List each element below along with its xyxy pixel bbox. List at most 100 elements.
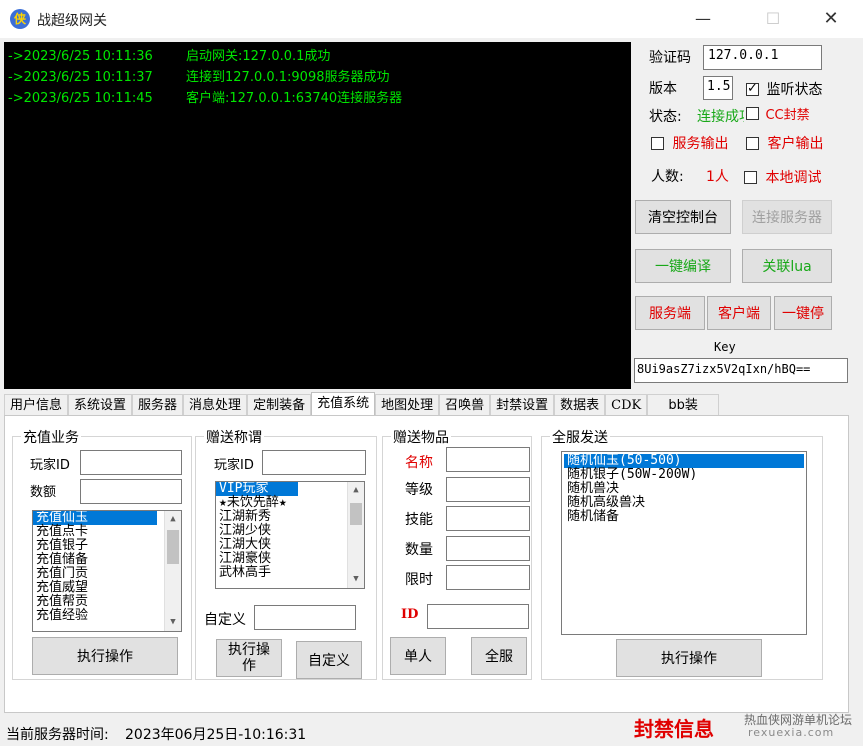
watermark-url: rexuexia.com [748, 726, 835, 739]
recharge-group: 充值业务 玩家ID 数额 充值仙玉 充值点卡 充值银子 充值储备 充值门贡 充值… [12, 427, 192, 680]
tab-custom-equipment[interactable]: 定制装备 [247, 394, 312, 416]
list-item[interactable]: 充值门贡 [33, 567, 181, 581]
listen-checkbox[interactable] [746, 81, 759, 96]
item-single-button[interactable]: 单人 [390, 637, 446, 675]
tab-strip: 用户信息 系统设置 服务器 消息处理 定制装备 充值系统 地图处理 召唤兽 封禁… [4, 392, 720, 416]
console-output[interactable]: ->2023/6/25 10:11:36 启动网关:127.0.0.1成功 ->2… [4, 42, 631, 389]
tab-ban-settings[interactable]: 封禁设置 [490, 394, 555, 416]
tab-server[interactable]: 服务器 [132, 394, 184, 416]
key-label: Key [714, 340, 736, 354]
client-output-wrap[interactable]: 客户输出 [746, 133, 823, 153]
list-item[interactable]: 充值帮贡 [33, 595, 181, 609]
ban-info-link[interactable]: 封禁信息 [634, 713, 714, 742]
status-value: 连接成功 [697, 109, 744, 125]
list-item[interactable]: 随机储备 [564, 510, 806, 524]
list-item[interactable]: 充值经验 [33, 609, 181, 623]
title-player-id-input[interactable] [262, 450, 366, 475]
tab-system-settings[interactable]: 系统设置 [68, 394, 133, 416]
scroll-thumb[interactable] [167, 530, 179, 564]
list-item[interactable]: 随机仙玉(50-500) [564, 454, 804, 468]
minimize-icon[interactable]: — [680, 0, 726, 38]
link-lua-button[interactable]: 关联lua [742, 249, 832, 283]
title-custom-label: 自定义 [204, 612, 246, 628]
title-custom-input[interactable] [254, 605, 356, 630]
status-bar: 当前服务器时间: 2023年06月25日-10:16:31 封禁信息 热血侠网游… [0, 713, 863, 746]
recharge-amount-input[interactable] [80, 479, 182, 504]
list-item[interactable]: 江湖豪侠 [216, 552, 364, 566]
cc-checkbox[interactable] [746, 107, 759, 120]
scroll-thumb[interactable] [350, 503, 362, 525]
connect-server-button[interactable]: 连接服务器 [742, 200, 832, 234]
list-item[interactable]: 江湖新秀 [216, 510, 364, 524]
maximize-icon[interactable]: ☐ [750, 0, 796, 38]
tab-data-table[interactable]: 数据表 [554, 394, 606, 416]
broadcast-exec-button[interactable]: 执行操作 [616, 639, 762, 677]
console-line: ->2023/6/25 10:11:36 启动网关:127.0.0.1成功 [8, 49, 331, 64]
recharge-list-scrollbar[interactable]: ▲ ▼ [164, 511, 181, 631]
version-input[interactable]: 1.5 [703, 76, 733, 100]
verify-input[interactable]: 127.0.0.1 [703, 45, 822, 70]
item-limit-input[interactable] [446, 565, 530, 590]
item-id-input[interactable] [427, 604, 529, 629]
console-line: ->2023/6/25 10:11:45 客户端:127.0.0.1:63740连… [8, 91, 403, 106]
close-icon[interactable]: ✕ [808, 0, 854, 38]
title-exec-button[interactable]: 执行操作 [216, 639, 282, 677]
list-item[interactable]: 随机高级兽决 [564, 496, 806, 510]
item-all-button[interactable]: 全服 [471, 637, 527, 675]
recharge-type-list[interactable]: 充值仙玉 充值点卡 充值银子 充值储备 充值门贡 充值威望 充值帮贡 充值经验 … [32, 510, 182, 632]
list-item[interactable]: 充值银子 [33, 539, 181, 553]
list-item[interactable]: 江湖大侠 [216, 538, 364, 552]
server-button[interactable]: 服务端 [635, 296, 705, 330]
recharge-group-title: 充值业务 [21, 427, 81, 447]
list-item[interactable]: 随机银子(50W-200W) [564, 468, 806, 482]
app-logo-icon: 侠 [10, 9, 30, 29]
item-skill-input[interactable] [446, 506, 530, 531]
server-time-label: 当前服务器时间: [6, 727, 109, 743]
list-item[interactable]: 充值仙玉 [33, 511, 157, 525]
tab-messages[interactable]: 消息处理 [183, 394, 248, 416]
item-level-input[interactable] [446, 477, 530, 502]
item-gift-group-title: 赠送物品 [391, 427, 451, 447]
tab-bb-equip[interactable]: bb装 [647, 394, 720, 416]
scroll-up-icon[interactable]: ▲ [165, 511, 181, 528]
tab-cdk[interactable]: CDK [605, 394, 648, 416]
console-line: ->2023/6/25 10:11:37 连接到127.0.0.1:9098服务器… [8, 70, 390, 85]
list-item[interactable]: 充值威望 [33, 581, 181, 595]
count-value: 1人 [706, 169, 729, 185]
scroll-down-icon[interactable]: ▼ [348, 571, 364, 588]
scroll-up-icon[interactable]: ▲ [348, 482, 364, 499]
client-output-checkbox[interactable] [746, 136, 759, 150]
recharge-player-id-input[interactable] [80, 450, 182, 475]
tab-recharge-system[interactable]: 充值系统 [311, 392, 376, 416]
broadcast-list[interactable]: 随机仙玉(50-500) 随机银子(50W-200W) 随机兽决 随机高级兽决 … [561, 451, 807, 635]
service-output-wrap[interactable]: 服务输出 [651, 133, 728, 153]
key-input[interactable]: 8Ui9asZ7izx5V2qIxn/hBQ== [634, 358, 848, 383]
local-debug-wrap[interactable]: 本地调试 [744, 167, 821, 187]
recharge-exec-button[interactable]: 执行操作 [32, 637, 178, 675]
service-output-checkbox[interactable] [651, 136, 664, 150]
title-list[interactable]: VIP玩家 ★未饮先醉★ 江湖新秀 江湖少侠 江湖大侠 江湖豪侠 武林高手 ▲ … [215, 481, 365, 589]
scroll-down-icon[interactable]: ▼ [165, 614, 181, 631]
title-list-scrollbar[interactable]: ▲ ▼ [347, 482, 364, 588]
list-item[interactable]: 充值点卡 [33, 525, 181, 539]
title-custom-button[interactable]: 自定义 [296, 641, 362, 679]
stop-all-button[interactable]: 一键停 [774, 296, 832, 330]
recharge-player-id-label: 玩家ID [30, 458, 70, 473]
cc-checkbox-wrap[interactable]: CC封禁 [746, 104, 810, 123]
compile-button[interactable]: 一键编译 [635, 249, 731, 283]
local-debug-checkbox[interactable] [744, 170, 757, 184]
list-item[interactable]: VIP玩家 [216, 482, 298, 496]
item-qty-input[interactable] [446, 536, 530, 561]
tab-user-info[interactable]: 用户信息 [4, 394, 69, 416]
list-item[interactable]: 武林高手 [216, 566, 364, 580]
list-item[interactable]: ★未饮先醉★ [216, 496, 364, 510]
tab-map[interactable]: 地图处理 [375, 394, 440, 416]
client-button[interactable]: 客户端 [707, 296, 771, 330]
item-name-input[interactable] [446, 447, 530, 472]
list-item[interactable]: 江湖少侠 [216, 524, 364, 538]
list-item[interactable]: 随机兽决 [564, 482, 806, 496]
listen-checkbox-wrap[interactable]: 监听状态 [746, 79, 822, 99]
list-item[interactable]: 充值储备 [33, 553, 181, 567]
clear-console-button[interactable]: 清空控制台 [635, 200, 731, 234]
tab-summon[interactable]: 召唤兽 [439, 394, 491, 416]
